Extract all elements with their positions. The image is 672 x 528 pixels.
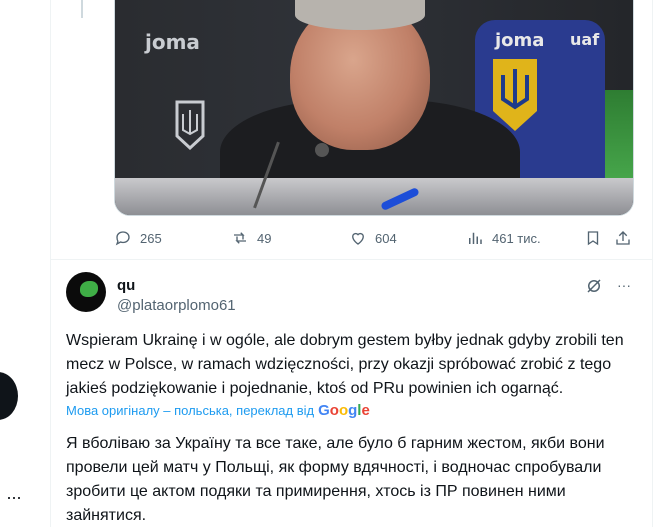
account-avatar[interactable] bbox=[0, 372, 18, 420]
share-button[interactable] bbox=[614, 229, 632, 247]
post-text: Wspieram Ukrainę i w ogóle, ale dobrym g… bbox=[66, 332, 624, 397]
left-rail: ··· bbox=[0, 0, 50, 527]
reply-count: 265 bbox=[140, 230, 162, 246]
like-button[interactable]: 604 bbox=[349, 229, 397, 247]
bookmark-button[interactable] bbox=[584, 229, 602, 247]
views-count: 461 тис. bbox=[492, 230, 541, 246]
repost-count: 49 bbox=[257, 230, 272, 246]
google-logo: Google bbox=[318, 402, 370, 419]
image-logo-joma: joma bbox=[145, 30, 200, 54]
translation-attribution[interactable]: Мова оригіналу – польська, переклад від … bbox=[66, 402, 370, 419]
reply-button[interactable]: 265 bbox=[114, 229, 162, 247]
repost-button[interactable]: 49 bbox=[231, 229, 271, 247]
post-actions: 265 49 604 461 тис. bbox=[114, 229, 644, 253]
image-table bbox=[115, 178, 633, 215]
display-name[interactable]: qu bbox=[117, 277, 135, 294]
image-person-hair bbox=[295, 0, 425, 30]
user-handle[interactable]: @plataorplomo61 bbox=[117, 297, 236, 314]
image-logo-uaf: uaf bbox=[570, 30, 600, 49]
post-image[interactable]: joma joma uaf bbox=[114, 0, 634, 216]
bookmark-icon bbox=[587, 231, 599, 246]
heart-icon bbox=[352, 232, 364, 245]
grok-icon[interactable] bbox=[585, 277, 603, 295]
post-divider bbox=[51, 259, 652, 260]
translation-attribution-text: Мова оригіналу – польська, переклад від bbox=[66, 403, 315, 418]
more-options-icon[interactable]: ··· bbox=[617, 277, 631, 293]
views-button[interactable]: 461 тис. bbox=[466, 229, 541, 247]
share-icon bbox=[616, 231, 630, 245]
repost-icon bbox=[234, 232, 246, 244]
avatar-image bbox=[80, 281, 98, 297]
reply-icon bbox=[115, 231, 130, 246]
thread-line bbox=[81, 0, 83, 18]
translated-text: Я вболіваю за Україну та все таке, але б… bbox=[66, 435, 605, 524]
crest-icon bbox=[175, 100, 205, 150]
views-icon bbox=[469, 232, 482, 244]
user-avatar[interactable] bbox=[66, 272, 106, 312]
timeline: joma joma uaf 265 49 604 461 тис. qu @pl… bbox=[50, 0, 653, 527]
image-microphone-head bbox=[315, 143, 329, 157]
more-icon[interactable]: ··· bbox=[6, 487, 22, 508]
like-count: 604 bbox=[375, 230, 397, 246]
image-logo-joma-2: joma bbox=[495, 30, 545, 51]
